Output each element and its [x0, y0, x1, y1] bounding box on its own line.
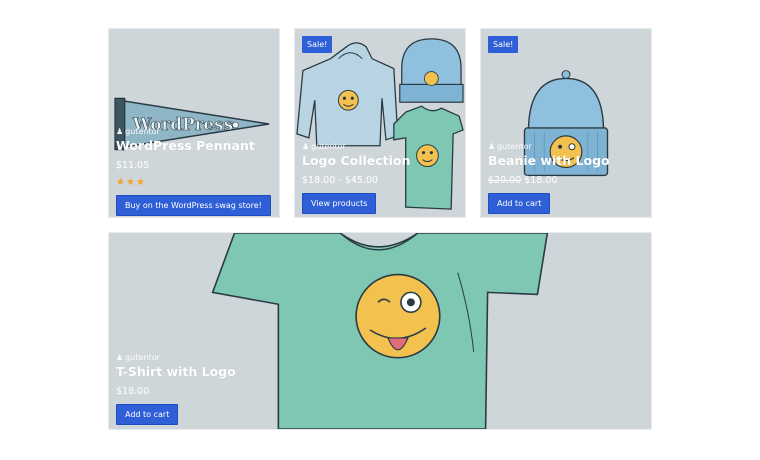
- product-author: ♟ gutentor: [488, 142, 610, 151]
- author-name: gutentor: [311, 142, 346, 151]
- star-icon: ★: [116, 177, 126, 188]
- add-to-cart-button[interactable]: Add to cart: [488, 193, 551, 214]
- author-name: gutentor: [497, 142, 532, 151]
- product-author: ♟ gutentor: [116, 127, 271, 136]
- product-card-beanie[interactable]: Sale! ♟ gutentor Beanie with Logo $20.00…: [480, 28, 652, 218]
- author-name: gutentor: [125, 127, 160, 136]
- product-title[interactable]: WordPress Pennant: [116, 138, 271, 153]
- original-price: $20.00: [488, 175, 522, 186]
- add-to-cart-button[interactable]: Add to cart: [116, 404, 179, 425]
- product-price: $20.00 $18.00: [488, 175, 610, 186]
- product-price: $11.05: [116, 160, 150, 171]
- product-author: ♟ gutentor: [116, 353, 236, 362]
- user-icon: ♟: [488, 142, 496, 151]
- star-icon: ★: [135, 177, 146, 188]
- product-title[interactable]: Logo Collection: [302, 153, 410, 168]
- product-card-logo-collection[interactable]: Sale! ♟ gutentor Logo Collection $18.00 …: [294, 28, 466, 218]
- user-icon: ♟: [116, 127, 124, 136]
- star-icon: ★: [125, 177, 136, 188]
- rating-stars: ★★★: [116, 177, 271, 188]
- user-icon: ♟: [302, 142, 310, 151]
- product-card-pennant[interactable]: WordPress ♟ gutentor WordPress Pennant $…: [108, 28, 280, 218]
- product-price: $18.00: [116, 386, 150, 397]
- sale-price: $18.00: [524, 175, 558, 186]
- product-title[interactable]: Beanie with Logo: [488, 153, 610, 168]
- view-products-button[interactable]: View products: [302, 193, 377, 214]
- user-icon: ♟: [116, 353, 124, 362]
- sale-badge: Sale!: [302, 36, 333, 53]
- buy-swag-store-button[interactable]: Buy on the WordPress swag store!: [116, 195, 271, 216]
- sale-badge: Sale!: [488, 36, 519, 53]
- product-author: ♟ gutentor: [302, 142, 410, 151]
- product-title[interactable]: T-Shirt with Logo: [116, 364, 236, 379]
- author-name: gutentor: [125, 353, 160, 362]
- product-card-tshirt[interactable]: ♟ gutentor T-Shirt with Logo $18.00 Add …: [108, 232, 652, 430]
- product-price: $18.00 - $45.00: [302, 175, 378, 186]
